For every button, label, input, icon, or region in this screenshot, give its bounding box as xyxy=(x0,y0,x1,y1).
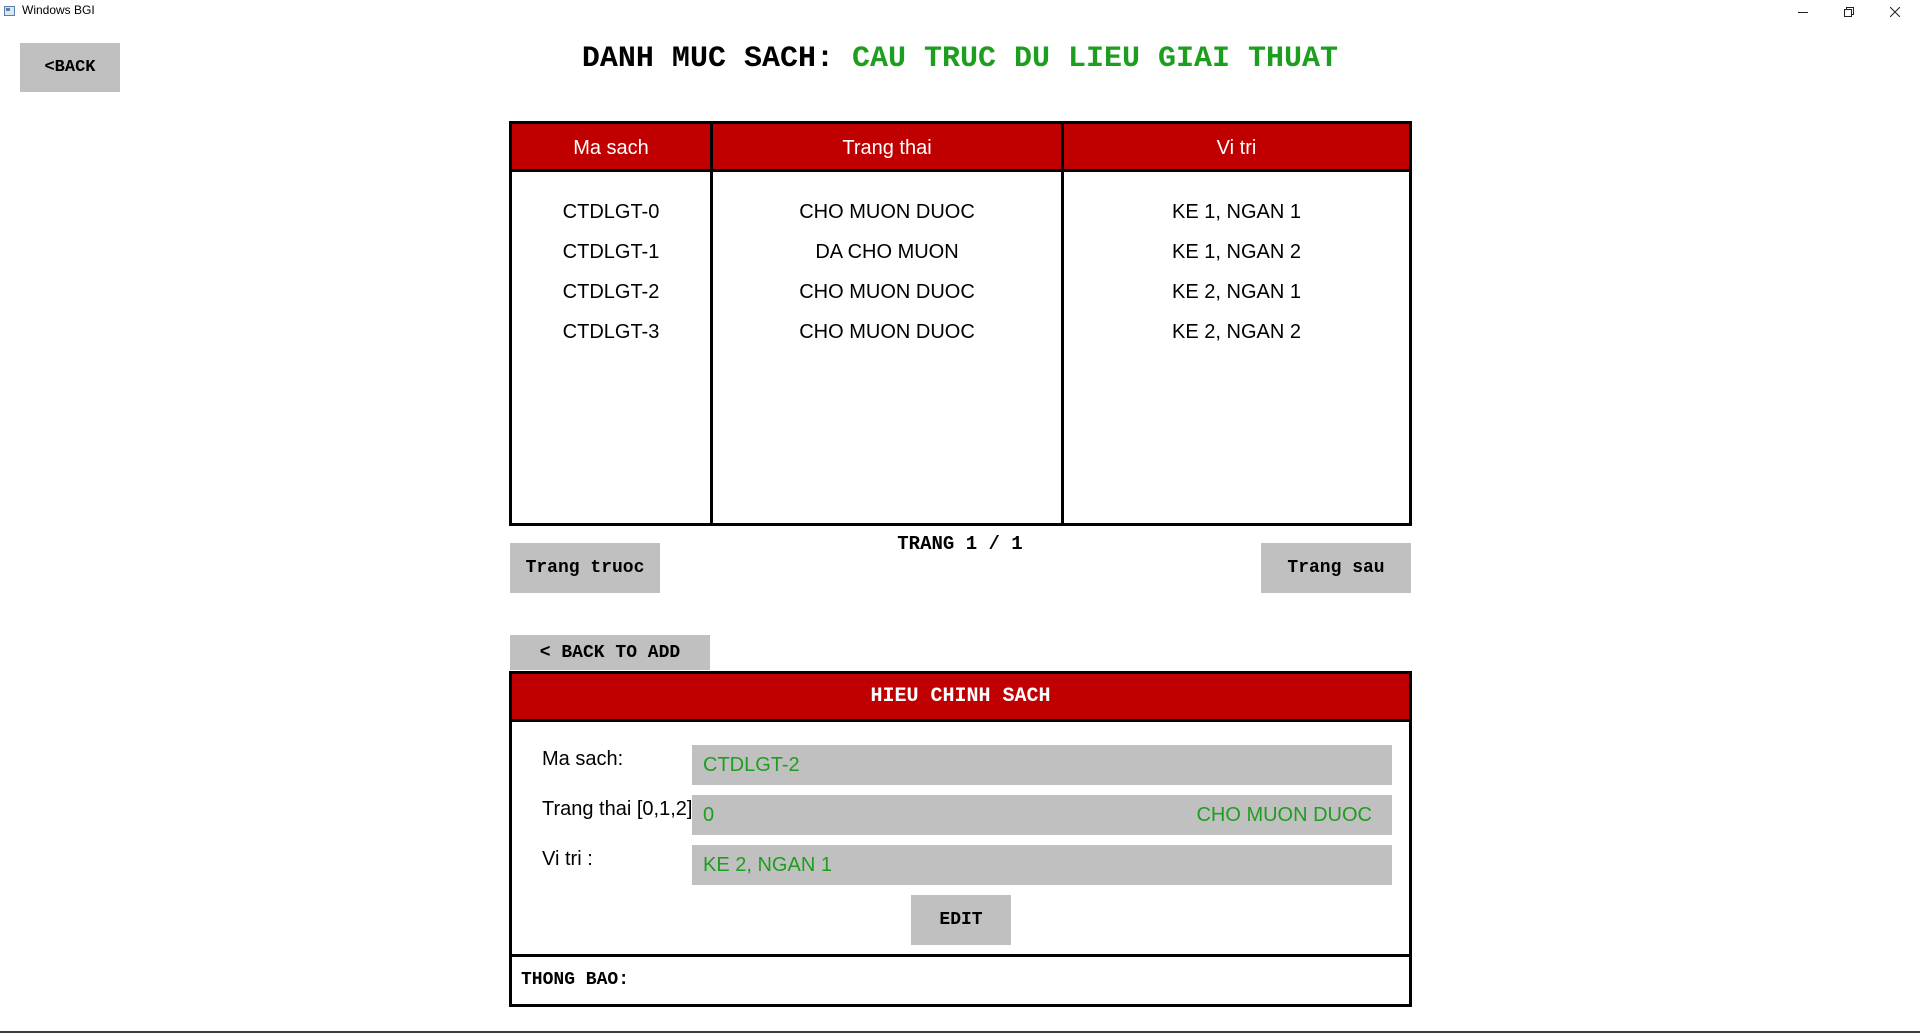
cell-code[interactable]: CTDLGT-3 xyxy=(563,312,660,352)
location-label: Vi tri : xyxy=(542,848,593,870)
page-indicator: TRANG 1 / 1 xyxy=(897,533,1023,555)
message-label: THONG BAO: xyxy=(521,970,630,990)
status-text: CHO MUON DUOC xyxy=(1196,803,1372,826)
edit-panel-title: HIEU CHINH SACH xyxy=(512,674,1409,722)
close-icon[interactable] xyxy=(1872,0,1918,23)
restore-icon[interactable] xyxy=(1826,0,1872,23)
page-title-prefix: DANH MUC SACH: xyxy=(581,42,834,76)
cell-status[interactable]: CHO MUON DUOC xyxy=(799,192,975,232)
cell-location[interactable]: KE 2, NGAN 1 xyxy=(1172,272,1301,312)
cell-code[interactable]: CTDLGT-2 xyxy=(563,272,660,312)
location-value: KE 2, NGAN 1 xyxy=(703,853,832,876)
status-input[interactable]: 0 CHO MUON DUOC xyxy=(692,795,1392,835)
status-value: 0 xyxy=(703,803,715,826)
code-input[interactable]: CTDLGT-2 xyxy=(692,745,1392,785)
books-table: Ma sach Trang thai Vi tri CTDLGT-0 CTDLG… xyxy=(509,121,1412,526)
column-location: KE 1, NGAN 1 KE 1, NGAN 2 KE 2, NGAN 1 K… xyxy=(1064,192,1409,352)
code-label: Ma sach: xyxy=(542,748,624,770)
category-name: CAU TRUC DU LIEU GIAI THUAT xyxy=(851,42,1339,76)
window-titlebar: Windows BGI xyxy=(0,0,1920,23)
edit-book-panel: HIEU CHINH SACH Ma sach: CTDLGT-2 Trang … xyxy=(509,671,1412,1007)
prev-page-button[interactable]: Trang truoc xyxy=(510,543,660,593)
message-divider xyxy=(512,954,1409,957)
cell-status[interactable]: CHO MUON DUOC xyxy=(799,272,975,312)
cell-status[interactable]: DA CHO MUON xyxy=(815,232,958,272)
cell-location[interactable]: KE 2, NGAN 2 xyxy=(1172,312,1301,352)
column-header-status: Trang thai xyxy=(842,136,932,159)
column-code: CTDLGT-0 CTDLGT-1 CTDLGT-2 CTDLGT-3 xyxy=(512,192,710,352)
code-value: CTDLGT-2 xyxy=(703,753,800,776)
location-input[interactable]: KE 2, NGAN 1 xyxy=(692,845,1392,885)
page-title: DANH MUC SACH: CAU TRUC DU LIEU GIAI THU… xyxy=(0,42,1920,76)
minimize-icon[interactable] xyxy=(1780,0,1826,23)
app-icon xyxy=(4,6,15,16)
edit-button[interactable]: EDIT xyxy=(911,895,1011,945)
next-page-button[interactable]: Trang sau xyxy=(1261,543,1411,593)
window-title: Windows BGI xyxy=(22,3,95,17)
cell-status[interactable]: CHO MUON DUOC xyxy=(799,312,975,352)
back-to-add-button[interactable]: < BACK TO ADD xyxy=(510,635,710,670)
cell-code[interactable]: CTDLGT-0 xyxy=(563,192,660,232)
status-label: Trang thai [0,1,2] xyxy=(542,798,693,820)
cell-location[interactable]: KE 1, NGAN 1 xyxy=(1172,192,1301,232)
cell-location[interactable]: KE 1, NGAN 2 xyxy=(1172,232,1301,272)
column-header-location: Vi tri xyxy=(1216,136,1257,159)
cell-code[interactable]: CTDLGT-1 xyxy=(563,232,660,272)
column-header-code: Ma sach xyxy=(573,136,649,159)
column-status: CHO MUON DUOC DA CHO MUON CHO MUON DUOC … xyxy=(713,192,1061,352)
